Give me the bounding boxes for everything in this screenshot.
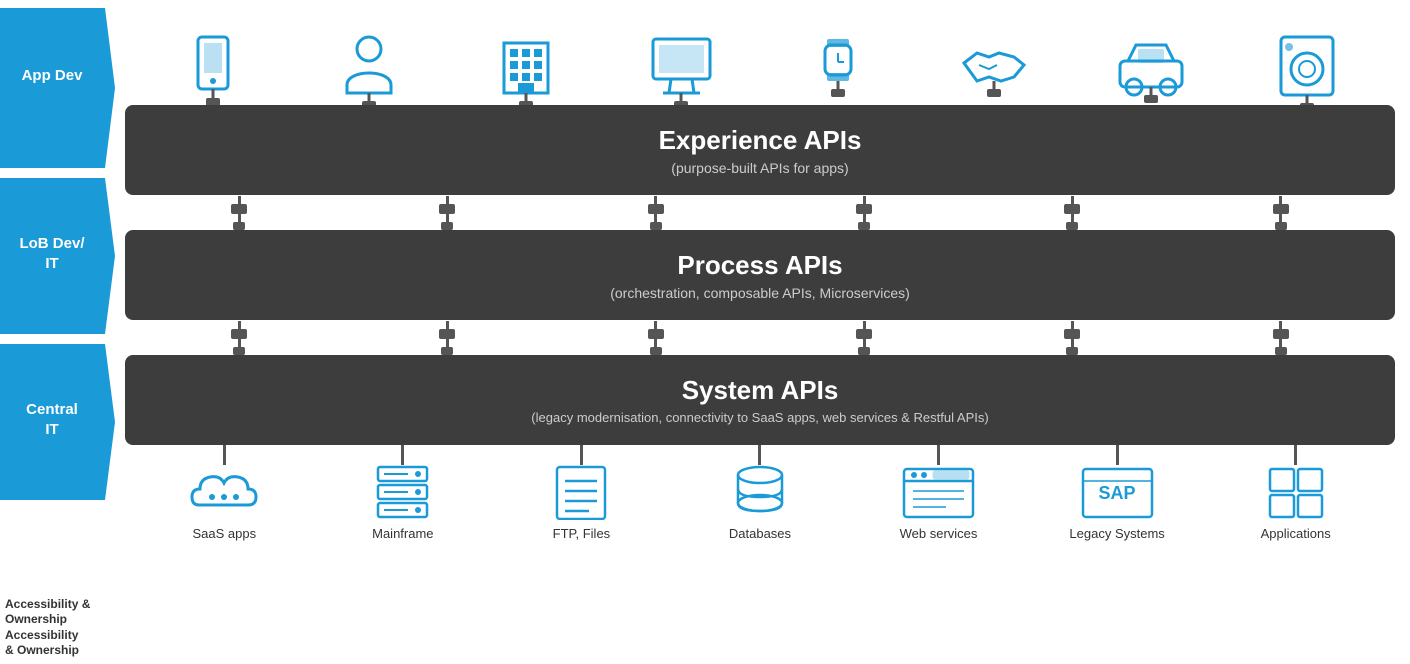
svg-text:LoB Dev/: LoB Dev/ [19,235,85,252]
chevrons-svg: App Dev LoB Dev/ IT Central IT [0,8,115,508]
appliance-icon [1277,35,1337,105]
content-area: Experience APIs (purpose-built APIs for … [115,0,1410,664]
connector-12 [1231,321,1331,355]
connector-b2 [353,445,453,465]
saas-icon-item: SaaS apps [154,465,294,541]
connector-6 [1231,196,1331,230]
connector-b7 [1246,445,1346,465]
connector-4 [814,196,914,230]
connector-3 [606,196,706,230]
connector-9 [606,321,706,355]
svg-text:IT: IT [45,255,58,272]
top-icons-row [125,5,1395,105]
connector-11 [1022,321,1122,355]
legacy-sap-icon: SAP [1080,465,1155,520]
ftp-icon-item: FTP, Files [511,465,651,541]
mainframe-label: Mainframe [372,526,433,541]
process-api-subtitle: (orchestration, composable APIs, Microse… [610,285,910,301]
connector-b4 [710,445,810,465]
bottom-icons-row: SaaS apps Mainframe [125,465,1395,541]
experience-api-subtitle: (purpose-built APIs for apps) [671,160,848,176]
building-icon-item [476,35,576,105]
mainframe-icon-item: Mainframe [333,465,473,541]
main-container: App Dev LoB Dev/ IT Central IT Accessibi… [0,0,1410,664]
mobile-icon [188,35,238,105]
appliance-icon-item [1257,35,1357,105]
connector-b6 [1067,445,1167,465]
car-icon-item [1101,35,1201,105]
watch-icon [813,35,863,105]
applications-label: Applications [1261,526,1331,541]
connector-10 [814,321,914,355]
database-label: Databases [729,526,791,541]
legacy-icon-item: SAP Legacy Systems [1047,465,1187,541]
person-icon [342,35,397,105]
person-icon-item [319,35,419,105]
connector-b1 [174,445,274,465]
ftp-label: FTP, Files [553,526,611,541]
watch-icon-item [788,35,888,105]
applications-icon-item: Applications [1226,465,1366,541]
svg-text:SAP: SAP [1098,483,1135,503]
connector-8 [397,321,497,355]
mainframe-server-icon [370,465,435,520]
experience-api-title: Experience APIs [659,125,862,156]
system-api-layer: System APIs (legacy modernisation, conne… [125,355,1395,445]
connector-b5 [889,445,989,465]
accessibility-label: Accessibility & Ownership Accessibility&… [5,597,115,659]
saas-cloud-icon [184,465,264,520]
process-api-layer: Process APIs (orchestration, composable … [125,230,1395,320]
experience-api-layer: Experience APIs (purpose-built APIs for … [125,105,1395,195]
connectors-row-2 [125,320,1395,355]
database-icon [730,465,790,520]
monitor-icon-item [632,35,732,105]
svg-text:Central: Central [26,401,78,418]
connector-2 [397,196,497,230]
building-icon [496,35,556,105]
handshake-icon-item [944,35,1044,105]
svg-text:App Dev: App Dev [22,67,84,84]
connectors-row-1 [125,195,1395,230]
system-api-title: System APIs [682,375,839,406]
connector-b3 [531,445,631,465]
ftp-files-icon [551,465,611,520]
saas-label: SaaS apps [192,526,256,541]
car-icon [1116,35,1186,105]
monitor-icon [649,35,714,105]
experience-api-section: Experience APIs (purpose-built APIs for … [125,105,1395,195]
svg-text:IT: IT [45,421,58,438]
connector-1 [189,196,289,230]
webservices-browser-icon [901,465,976,520]
webservices-label: Web services [900,526,978,541]
process-api-title: Process APIs [677,250,842,281]
connector-5 [1022,196,1122,230]
handshake-icon [959,35,1029,105]
webservices-icon-item: Web services [869,465,1009,541]
applications-grid-icon [1266,465,1326,520]
system-api-subtitle: (legacy modernisation, connectivity to S… [531,410,988,425]
left-sidebar: App Dev LoB Dev/ IT Central IT Accessibi… [0,0,115,664]
legacy-label: Legacy Systems [1069,526,1164,541]
connector-7 [189,321,289,355]
mobile-icon-item [163,35,263,105]
database-icon-item: Databases [690,465,830,541]
bottom-connectors-row [125,445,1395,465]
